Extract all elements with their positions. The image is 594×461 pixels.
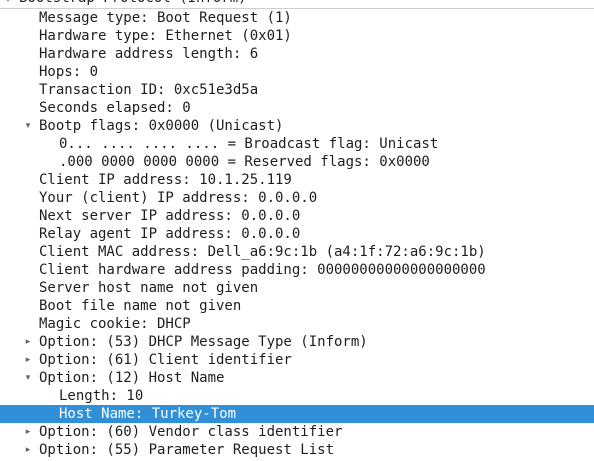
tree-row-boot-file-name[interactable]: Boot file name not given <box>0 297 594 315</box>
tree-row-label: Client IP address: 10.1.25.119 <box>39 172 292 188</box>
expanded-arrow-icon[interactable]: ▾ <box>22 369 34 387</box>
tree-row-server-host-name[interactable]: Server host name not given <box>0 279 594 297</box>
tree-row-hops[interactable]: Hops: 0 <box>0 63 594 81</box>
tree-row-host-name[interactable]: Host Name: Turkey-Tom <box>0 405 594 423</box>
tree-row-label: Option: (53) DHCP Message Type (Inform) <box>39 334 368 350</box>
tree-row-bootp-flags[interactable]: ▾ Bootp flags: 0x0000 (Unicast) <box>0 117 594 135</box>
tree-row-label: Client MAC address: Dell_a6:9c:1b (a4:1f… <box>39 244 486 260</box>
tree-row-label: Host Name: Turkey-Tom <box>59 406 237 422</box>
tree-row-client-mac[interactable]: Client MAC address: Dell_a6:9c:1b (a4:1f… <box>0 243 594 261</box>
tree-row-option-55[interactable]: ▸ Option: (55) Parameter Request List <box>0 441 594 459</box>
tree-row-label: .000 0000 0000 0000 = Reserved flags: 0x… <box>59 154 430 170</box>
tree-row-hw-address-padding[interactable]: Client hardware address padding: 0000000… <box>0 261 594 279</box>
tree-row-label: Message type: Boot Request (1) <box>39 10 292 26</box>
tree-row-label: Option: (12) Host Name <box>39 370 225 386</box>
tree-row-reserved-flags[interactable]: .000 0000 0000 0000 = Reserved flags: 0x… <box>0 153 594 171</box>
tree-row-option-60[interactable]: ▸ Option: (60) Vendor class identifier <box>0 423 594 441</box>
tree-row-hardware-type[interactable]: Hardware type: Ethernet (0x01) <box>0 27 594 45</box>
collapsed-arrow-icon[interactable]: ▸ <box>22 333 34 351</box>
tree-row-label: Next server IP address: 0.0.0.0 <box>39 208 301 224</box>
tree-row-client-ip[interactable]: Client IP address: 10.1.25.119 <box>0 171 594 189</box>
tree-row-host-name-length[interactable]: Length: 10 <box>0 387 594 405</box>
tree-row-label: Bootstrap Protocol (Inform) <box>19 0 247 5</box>
tree-row-label: Seconds elapsed: 0 <box>39 100 191 116</box>
tree-row-seconds-elapsed[interactable]: Seconds elapsed: 0 <box>0 99 594 117</box>
packet-details-tree[interactable]: ▾ Bootstrap Protocol (Inform) Message type… <box>0 0 594 461</box>
tree-row-message-type[interactable]: Message type: Boot Request (1) <box>0 9 594 27</box>
tree-row-label: Your (client) IP address: 0.0.0.0 <box>39 190 318 206</box>
tree-row-label: Relay agent IP address: 0.0.0.0 <box>39 226 301 242</box>
tree-row-bootstrap-protocol[interactable]: ▾ Bootstrap Protocol (Inform) <box>0 0 594 9</box>
tree-row-label: Client hardware address padding: 0000000… <box>39 262 486 278</box>
tree-row-label: Hardware address length: 6 <box>39 46 259 62</box>
collapsed-arrow-icon[interactable]: ▸ <box>22 423 34 441</box>
tree-row-option-53[interactable]: ▸ Option: (53) DHCP Message Type (Inform) <box>0 333 594 351</box>
tree-row-label: Length: 10 <box>59 388 144 404</box>
tree-row-option-61[interactable]: ▸ Option: (61) Client identifier <box>0 351 594 369</box>
tree-row-broadcast-flag[interactable]: 0... .... .... .... = Broadcast flag: Un… <box>0 135 594 153</box>
tree-row-label: Server host name not given <box>39 280 259 296</box>
tree-row-label: Transaction ID: 0xc51e3d5a <box>39 82 259 98</box>
tree-row-label: Hops: 0 <box>39 64 99 80</box>
collapsed-arrow-icon[interactable]: ▸ <box>22 441 34 459</box>
tree-row-transaction-id[interactable]: Transaction ID: 0xc51e3d5a <box>0 81 594 99</box>
tree-row-label: Hardware type: Ethernet (0x01) <box>39 28 292 44</box>
tree-row-label: Boot file name not given <box>39 298 242 314</box>
tree-row-option-12[interactable]: ▾ Option: (12) Host Name <box>0 369 594 387</box>
tree-row-label: Option: (55) Parameter Request List <box>39 442 335 458</box>
expanded-arrow-icon[interactable]: ▾ <box>2 0 14 9</box>
tree-row-magic-cookie[interactable]: Magic cookie: DHCP <box>0 315 594 333</box>
tree-row-relay-agent-ip[interactable]: Relay agent IP address: 0.0.0.0 <box>0 225 594 243</box>
tree-row-next-server-ip[interactable]: Next server IP address: 0.0.0.0 <box>0 207 594 225</box>
tree-row-label: Option: (61) Client identifier <box>39 352 292 368</box>
collapsed-arrow-icon[interactable]: ▸ <box>22 351 34 369</box>
tree-row-label: Option: (60) Vendor class identifier <box>39 424 343 440</box>
tree-row-label: 0... .... .... .... = Broadcast flag: Un… <box>59 136 439 152</box>
expanded-arrow-icon[interactable]: ▾ <box>22 117 34 135</box>
tree-row-label: Magic cookie: DHCP <box>39 316 191 332</box>
tree-row-hardware-address-length[interactable]: Hardware address length: 6 <box>0 45 594 63</box>
tree-row-your-ip[interactable]: Your (client) IP address: 0.0.0.0 <box>0 189 594 207</box>
tree-row-label: Bootp flags: 0x0000 (Unicast) <box>39 118 284 134</box>
